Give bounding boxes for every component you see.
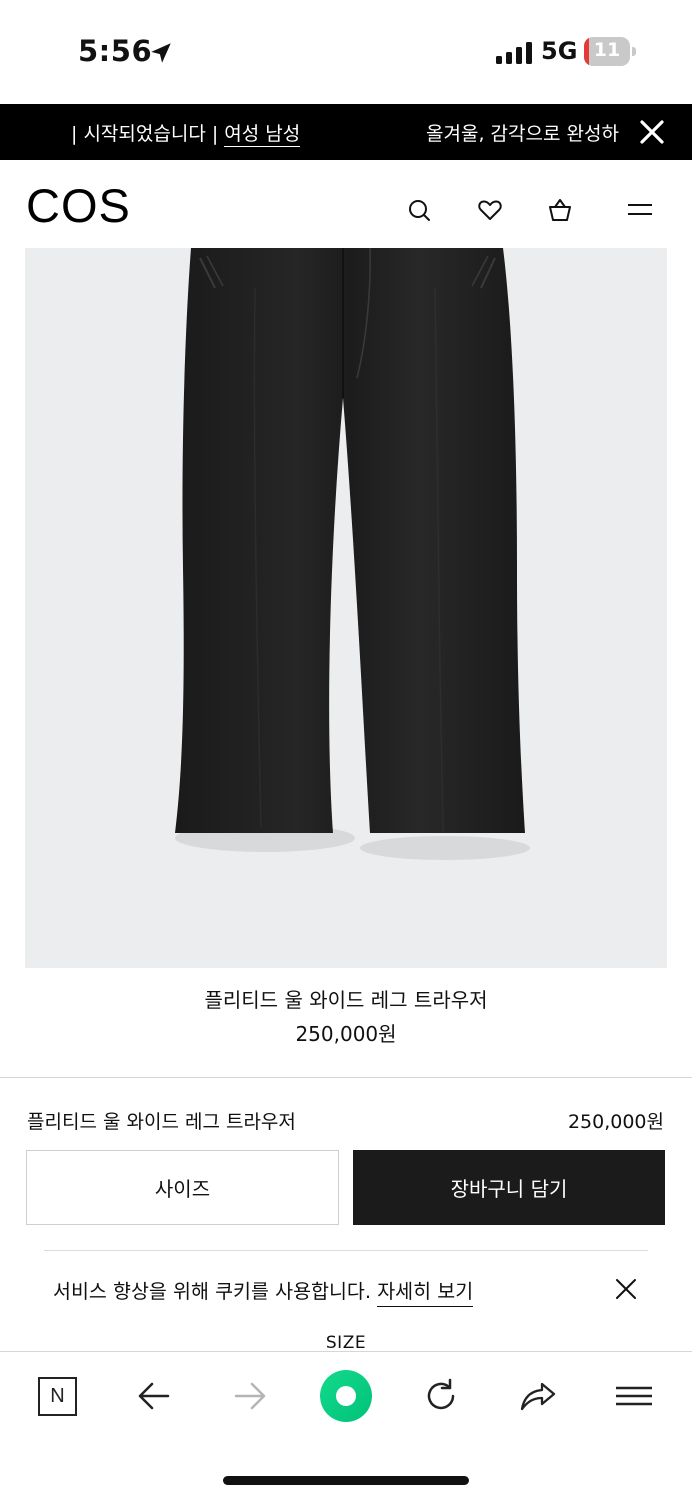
announcement-left: | 시작되었습니다 | 여성 남성	[71, 119, 301, 147]
close-icon[interactable]	[638, 118, 666, 146]
green-dot-icon[interactable]	[320, 1370, 372, 1422]
menu-icon[interactable]	[627, 197, 653, 223]
reload-icon[interactable]	[421, 1376, 461, 1416]
bag-icon[interactable]	[547, 197, 573, 223]
cos-logo[interactable]: COS	[26, 178, 131, 233]
add-to-cart-button[interactable]: 장바구니 담기	[353, 1150, 665, 1225]
size-button[interactable]: 사이즈	[26, 1150, 339, 1225]
product-image[interactable]	[25, 248, 667, 968]
trousers-photo	[175, 248, 530, 860]
battery-label: 11	[593, 39, 621, 61]
product-info: 플리티드 울 와이드 레그 트라우저 250,000원	[0, 985, 692, 1049]
announcement-right-text: 올겨울, 감각으로 완성하	[426, 123, 619, 145]
announcement-link[interactable]: 여성 남성	[224, 122, 301, 147]
size-heading: SIZE	[325, 1333, 367, 1353]
n-icon[interactable]: N	[38, 1377, 77, 1416]
cookie-divider	[44, 1250, 648, 1251]
cookie-details-link[interactable]: 자세히 보기	[377, 1280, 474, 1307]
product-name: 플리티드 울 와이드 레그 트라우저	[204, 988, 488, 1012]
signal-bars-icon	[496, 42, 532, 64]
forward-arrow-icon[interactable]	[230, 1376, 270, 1416]
heart-icon[interactable]	[477, 197, 503, 223]
cookie-close-icon[interactable]	[614, 1277, 638, 1301]
announcement-bar: | 시작되었습니다 | 여성 남성 올겨울, 감각으로 완성하	[0, 104, 692, 160]
sticky-product-name: 플리티드 울 와이드 레그 트라우저	[27, 1111, 296, 1133]
browser-toolbar: N	[0, 1351, 692, 1500]
home-indicator	[223, 1476, 469, 1485]
divider	[0, 1077, 692, 1078]
cookie-message: 서비스 향상을 위해 쿠키를 사용합니다.	[53, 1280, 378, 1303]
sticky-product-price: 250,000원	[567, 1111, 664, 1133]
network-label: 5G	[541, 37, 578, 65]
product-price: 250,000원	[295, 1022, 397, 1046]
hamburger-icon[interactable]	[614, 1376, 654, 1416]
cookie-banner: 서비스 향상을 위해 쿠키를 사용합니다. 자세히 보기	[53, 1275, 474, 1307]
search-icon[interactable]	[406, 197, 432, 223]
location-arrow-icon	[151, 43, 171, 63]
status-time: 5:56	[78, 34, 153, 68]
back-arrow-icon[interactable]	[134, 1376, 174, 1416]
announcement-text: | 시작되었습니다 |	[71, 123, 225, 145]
site-header: COS	[0, 160, 692, 248]
status-bar: 5:56 5G 11	[0, 0, 692, 104]
share-icon[interactable]	[518, 1376, 558, 1416]
battery-icon: 11	[584, 37, 636, 66]
